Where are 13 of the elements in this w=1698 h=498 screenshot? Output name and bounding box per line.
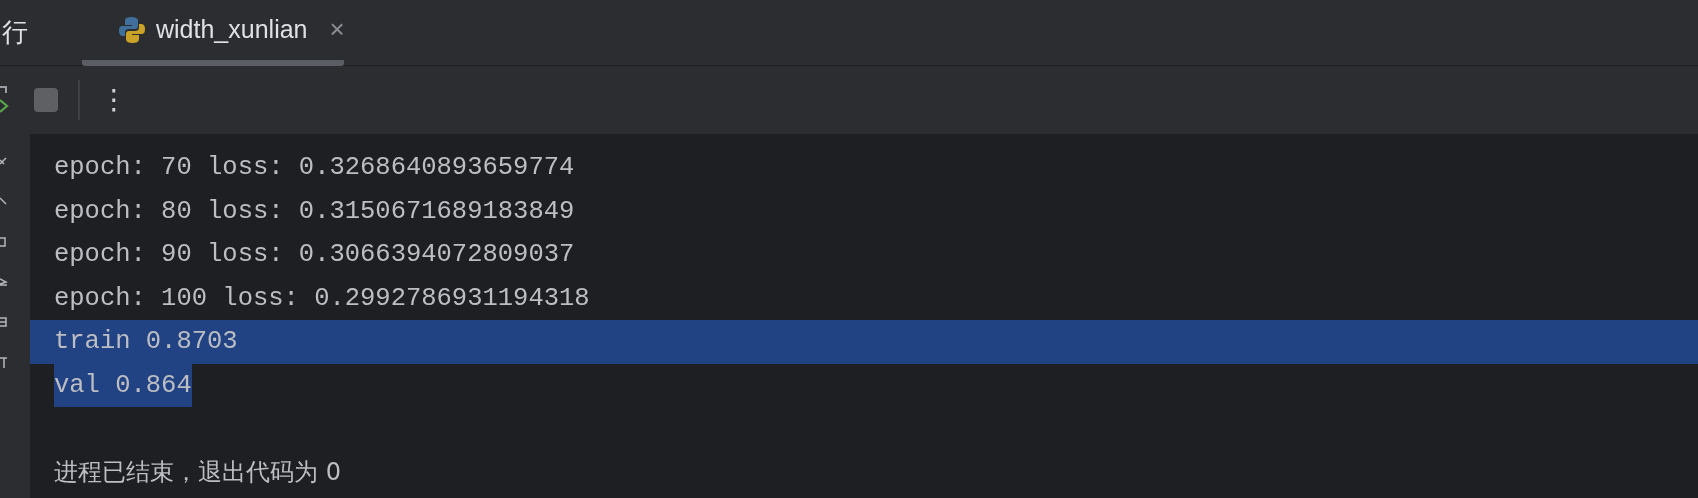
console-line: epoch: 70 loss: 0.3268640893659774: [54, 152, 575, 184]
console-line: 进程已结束，退出代码为 0: [54, 456, 341, 488]
console-line: epoch: 100 loss: 0.2992786931194318: [54, 282, 590, 315]
python-icon: [118, 15, 146, 44]
console-line: epoch: 80 loss: 0.3150671689183849: [54, 195, 575, 228]
tool-window-icon[interactable]: [0, 356, 8, 370]
close-icon[interactable]: ×: [329, 10, 345, 49]
panel-title: 行: [2, 16, 29, 49]
console-line: epoch: 90 loss: 0.3066394072809037: [54, 239, 575, 271]
rerun-icon[interactable]: [0, 85, 10, 115]
tool-window-icon[interactable]: [0, 236, 8, 250]
tool-window-icon[interactable]: [0, 316, 8, 330]
more-menu-button[interactable]: ⋮: [100, 79, 128, 121]
